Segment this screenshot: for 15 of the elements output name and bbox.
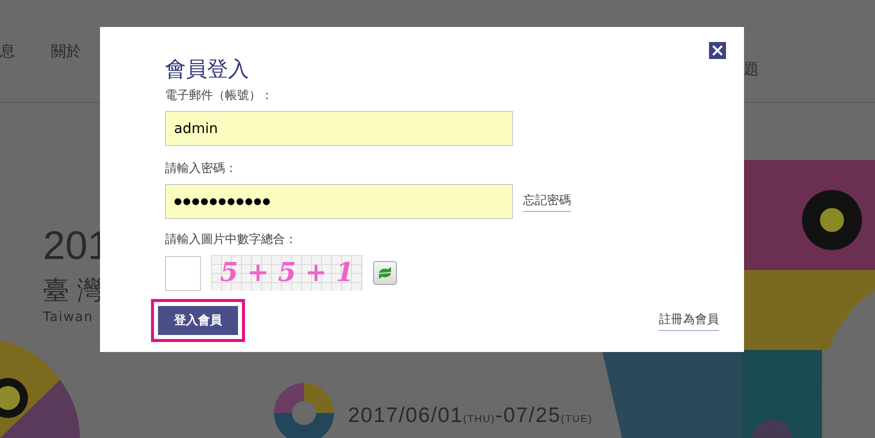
password-field[interactable]: ●●●●●●●●●●● [165, 184, 513, 219]
field-label: 請輸入密碼： [165, 160, 238, 176]
dialog-title: 會員登入 [165, 56, 250, 83]
captcha-image: 5 + 5 + 1 [211, 255, 363, 291]
refresh-icon[interactable] [373, 261, 397, 285]
close-icon[interactable] [709, 42, 726, 59]
field-label: 電子郵件（帳號）： [165, 87, 274, 103]
forgot-password-link[interactable]: 忘記密碼 [523, 192, 571, 212]
login-button[interactable]: 登入會員 [158, 306, 238, 335]
email-field[interactable]: admin [165, 111, 513, 146]
captcha-answer-field[interactable] [165, 256, 201, 290]
date-range: 2017/06/01(THU)-07/25(TUE) [348, 404, 593, 428]
field-label: 請輸入圖片中數字總合： [165, 231, 298, 247]
hero-subtitle: Taiwan [43, 310, 94, 325]
register-link[interactable]: 註冊為會員 [659, 310, 719, 330]
